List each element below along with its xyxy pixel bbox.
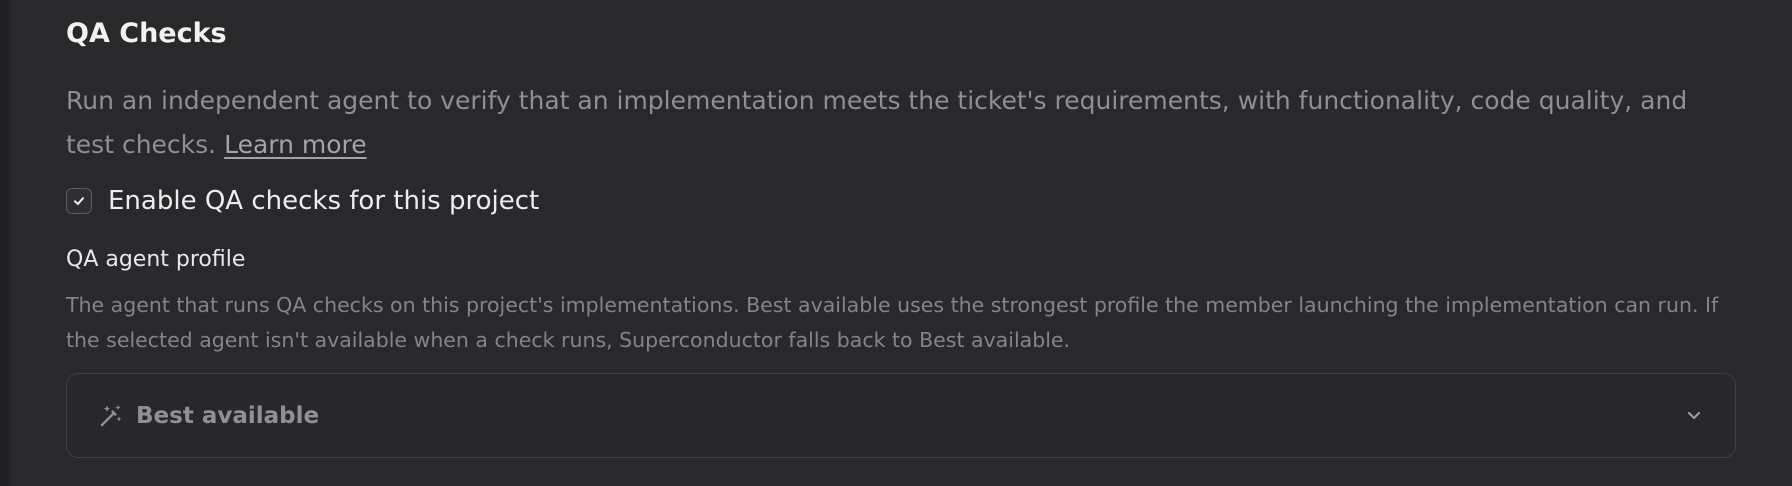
magic-wand-icon (97, 402, 125, 430)
section-description: Run an independent agent to verify that … (66, 79, 1706, 167)
qa-agent-profile-help: The agent that runs QA checks on this pr… (66, 293, 1719, 352)
section-title: QA Checks (66, 18, 227, 49)
qa-agent-profile-label: QA agent profile (66, 247, 246, 272)
checkmark-icon (74, 197, 84, 205)
enable-qa-checks-row[interactable]: Enable QA checks for this project (66, 186, 539, 216)
enable-qa-checks-label: Enable QA checks for this project (108, 186, 540, 216)
left-panel-edge (0, 0, 10, 486)
selected-profile-value: Best available (136, 402, 320, 429)
chevron-down-icon[interactable] (1681, 402, 1707, 428)
qa-agent-profile-select[interactable]: Best available (66, 373, 1736, 458)
enable-qa-checks-checkbox[interactable] (66, 188, 92, 214)
learn-more-link[interactable]: Learn more (224, 130, 367, 159)
